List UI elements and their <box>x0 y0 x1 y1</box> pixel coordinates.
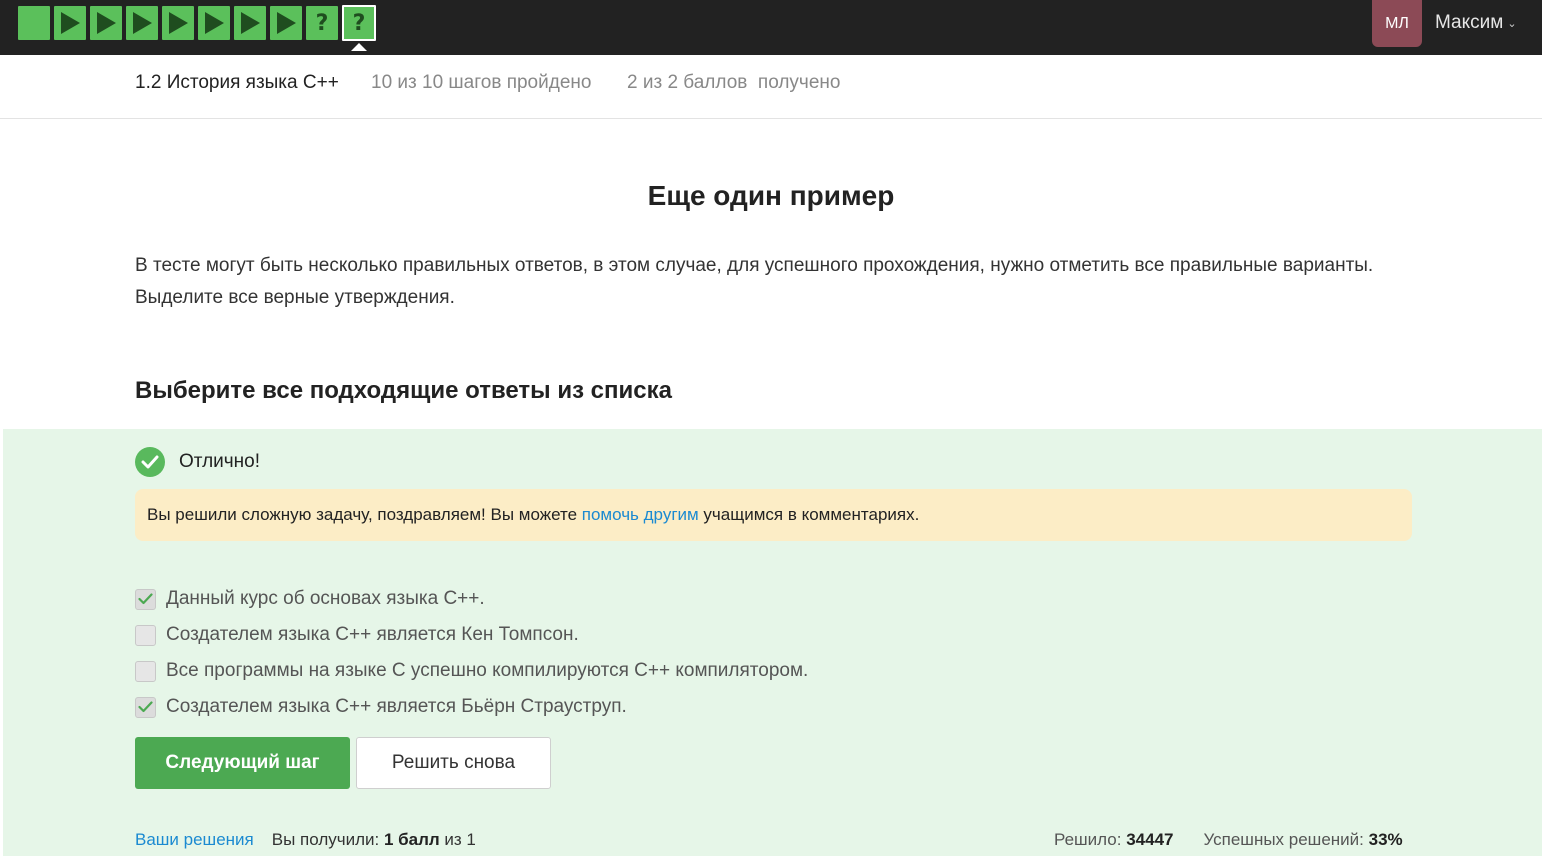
answer-options: Данный курс об основах языка C++. Создат… <box>135 581 808 725</box>
hint-text-before: Вы решили сложную задачу, поздравляем! В… <box>147 505 582 524</box>
success-label: Успешных решений: <box>1203 830 1369 849</box>
checkmark-icon <box>138 593 153 605</box>
check-circle-icon <box>135 447 165 477</box>
option-3[interactable]: Все программы на языке С успешно компили… <box>135 653 808 689</box>
solved-label: Решило: <box>1054 830 1127 849</box>
your-solutions-link[interactable]: Ваши решения <box>135 830 254 850</box>
option-2[interactable]: Создателем языка C++ является Кен Томпсо… <box>135 617 808 653</box>
score-label: Вы получили: <box>271 830 384 849</box>
success-value: 33% <box>1368 830 1403 849</box>
option-label: Все программы на языке С успешно компили… <box>166 660 809 681</box>
checkmark-icon <box>138 701 153 713</box>
status-text: Отлично! <box>179 451 261 472</box>
play-icon <box>241 12 260 34</box>
step-statistics: Решило: 34447 Успешных решений: 33% <box>1054 830 1403 850</box>
step-10-quiz-current[interactable]: ? <box>342 5 376 51</box>
lesson-steps-progress: 10 из 10 шагов пройдено <box>371 72 592 93</box>
checkbox-checked[interactable] <box>135 588 156 610</box>
play-icon <box>205 12 224 34</box>
option-label: Данный курс об основах языка C++. <box>166 588 485 609</box>
play-icon <box>61 12 80 34</box>
checkbox-unchecked[interactable] <box>135 660 156 682</box>
question-heading: Выберите все подходящие ответы из списка <box>135 377 672 404</box>
step-6-video[interactable] <box>198 6 230 40</box>
option-label: Создателем языка C++ является Кен Томпсо… <box>166 624 579 645</box>
solved-value: 34447 <box>1126 830 1174 849</box>
lesson-header: 1.2 История языка C++ 10 из 10 шагов про… <box>0 55 1542 119</box>
step-2-video[interactable] <box>54 6 86 40</box>
score-suffix: из 1 <box>439 830 476 849</box>
option-label: Создателем языка C++ является Бьёрн Стра… <box>166 696 627 717</box>
checkbox-unchecked[interactable] <box>135 624 156 646</box>
option-4[interactable]: Создателем языка C++ является Бьёрн Стра… <box>135 689 808 725</box>
result-status: Отлично! <box>135 447 260 477</box>
lesson-score-progress: 2 из 2 баллов получено <box>627 72 841 93</box>
top-navigation-bar: ? ? МЛ Максим ⌄ <box>0 0 1542 55</box>
step-5-video[interactable] <box>162 6 194 40</box>
play-icon <box>169 12 188 34</box>
congrats-hint: Вы решили сложную задачу, поздравляем! В… <box>135 489 1412 541</box>
next-step-button[interactable]: Следующий шаг <box>135 737 350 789</box>
step-7-video[interactable] <box>234 6 266 40</box>
option-1[interactable]: Данный курс об основах языка C++. <box>135 581 808 617</box>
step-4-video[interactable] <box>126 6 158 40</box>
lesson-title[interactable]: 1.2 История языка C++ <box>135 72 339 94</box>
step-3-video[interactable] <box>90 6 122 40</box>
step-progress-bar: ? ? <box>18 5 376 51</box>
hint-text-after: учащимся в комментариях. <box>698 505 920 524</box>
username-label: Максим <box>1435 12 1504 33</box>
step-1-text[interactable] <box>18 6 50 40</box>
step-8-video[interactable] <box>270 6 302 40</box>
submission-info: Ваши решения Вы получили: 1 балл из 1 <box>135 830 476 850</box>
play-icon <box>277 12 296 34</box>
solved-count: Решило: 34447 <box>1054 830 1173 850</box>
play-icon <box>133 12 152 34</box>
step-9-quiz[interactable]: ? <box>306 6 338 40</box>
score-received: Вы получили: 1 балл из 1 <box>272 830 476 850</box>
checkbox-checked[interactable] <box>135 696 156 718</box>
play-icon <box>97 12 116 34</box>
help-others-link[interactable]: помочь другим <box>582 505 699 524</box>
score-value: 1 балл <box>383 830 440 849</box>
page-title: Еще один пример <box>647 180 895 211</box>
step-description: В тесте могут быть несколько правильных … <box>135 255 1374 308</box>
solve-again-button[interactable]: Решить снова <box>356 737 551 789</box>
success-rate: Успешных решений: 33% <box>1203 830 1402 850</box>
user-menu[interactable]: Максим ⌄ <box>1435 12 1517 34</box>
chevron-down-icon: ⌄ <box>1507 17 1517 30</box>
avatar[interactable]: МЛ <box>1372 0 1422 47</box>
